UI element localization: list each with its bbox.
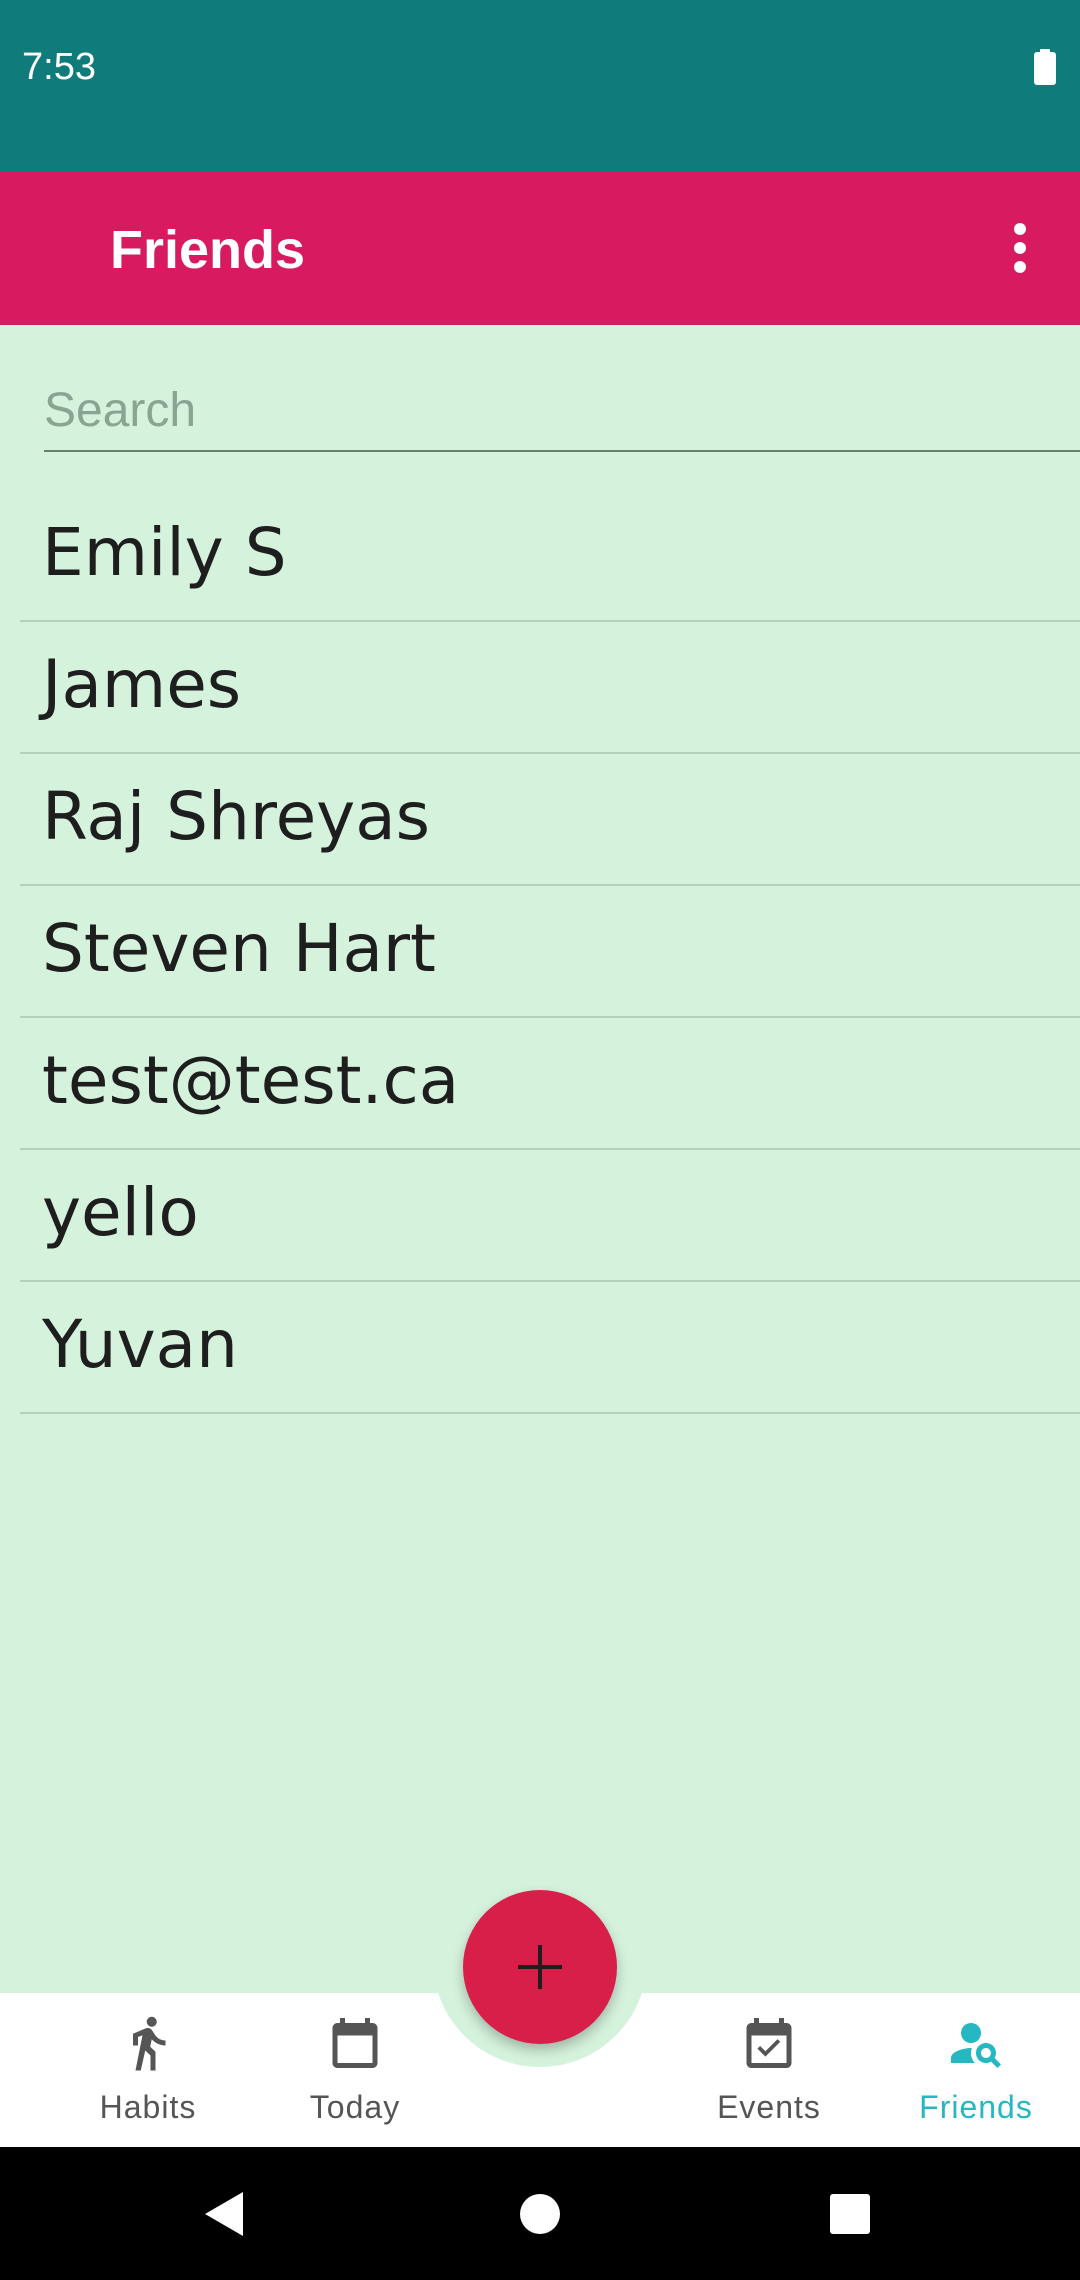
nav-label: Friends (919, 2089, 1033, 2125)
friend-list: Emily S James Raj Shreyas Steven Hart te… (0, 490, 1080, 1414)
more-options-button[interactable] (1000, 211, 1040, 285)
list-item[interactable]: Yuvan (0, 1282, 1080, 1414)
friend-name: Emily S (42, 514, 287, 591)
calendar-icon (332, 2018, 378, 2068)
list-item[interactable]: test@test.ca (0, 1018, 1080, 1150)
nav-item-habits[interactable]: Habits (48, 1993, 248, 2147)
battery-full-icon (1034, 49, 1056, 85)
nav-item-events[interactable]: Events (669, 1993, 869, 2147)
running-person-icon (133, 2016, 166, 2071)
friend-name: Raj Shreyas (42, 778, 431, 855)
divider (20, 1412, 1080, 1414)
recents-icon (830, 2193, 870, 2234)
friend-name: Steven Hart (42, 910, 436, 987)
nav-label: Habits (99, 2089, 197, 2125)
home-button[interactable] (490, 2147, 590, 2280)
nav-label: Events (717, 2089, 821, 2125)
list-item[interactable]: yello (0, 1150, 1080, 1282)
friends-content: Emily S James Raj Shreyas Steven Hart te… (0, 325, 1080, 1993)
app-bar: Friends (0, 171, 1080, 325)
add-friend-button[interactable] (463, 1890, 617, 2044)
calendar-check-icon (746, 2018, 792, 2068)
friend-name: Yuvan (42, 1306, 238, 1383)
list-item[interactable]: Raj Shreyas (0, 754, 1080, 886)
status-bar: 7:53 (0, 0, 1080, 171)
system-navigation-bar (0, 2147, 1080, 2280)
page-title: Friends (110, 220, 306, 280)
more-vert-icon (1014, 223, 1026, 273)
status-time: 7:53 (22, 46, 96, 88)
recents-button[interactable] (800, 2147, 900, 2280)
friend-name: test@test.ca (42, 1042, 460, 1119)
list-item[interactable]: James (0, 622, 1080, 754)
search-field (44, 370, 1080, 452)
back-icon (205, 2191, 243, 2236)
person-search-icon (951, 2023, 1001, 2068)
nav-label: Today (309, 2089, 401, 2125)
friend-name: James (42, 646, 242, 723)
list-item[interactable]: Steven Hart (0, 886, 1080, 1018)
back-button[interactable] (175, 2147, 275, 2280)
home-icon (520, 2193, 560, 2234)
friend-name: yello (42, 1174, 199, 1251)
list-item[interactable]: Emily S (0, 490, 1080, 622)
search-input[interactable] (44, 370, 1080, 450)
nav-item-today[interactable]: Today (255, 1993, 455, 2147)
nav-item-friends[interactable]: Friends (876, 1993, 1076, 2147)
plus-icon (518, 1945, 562, 1989)
